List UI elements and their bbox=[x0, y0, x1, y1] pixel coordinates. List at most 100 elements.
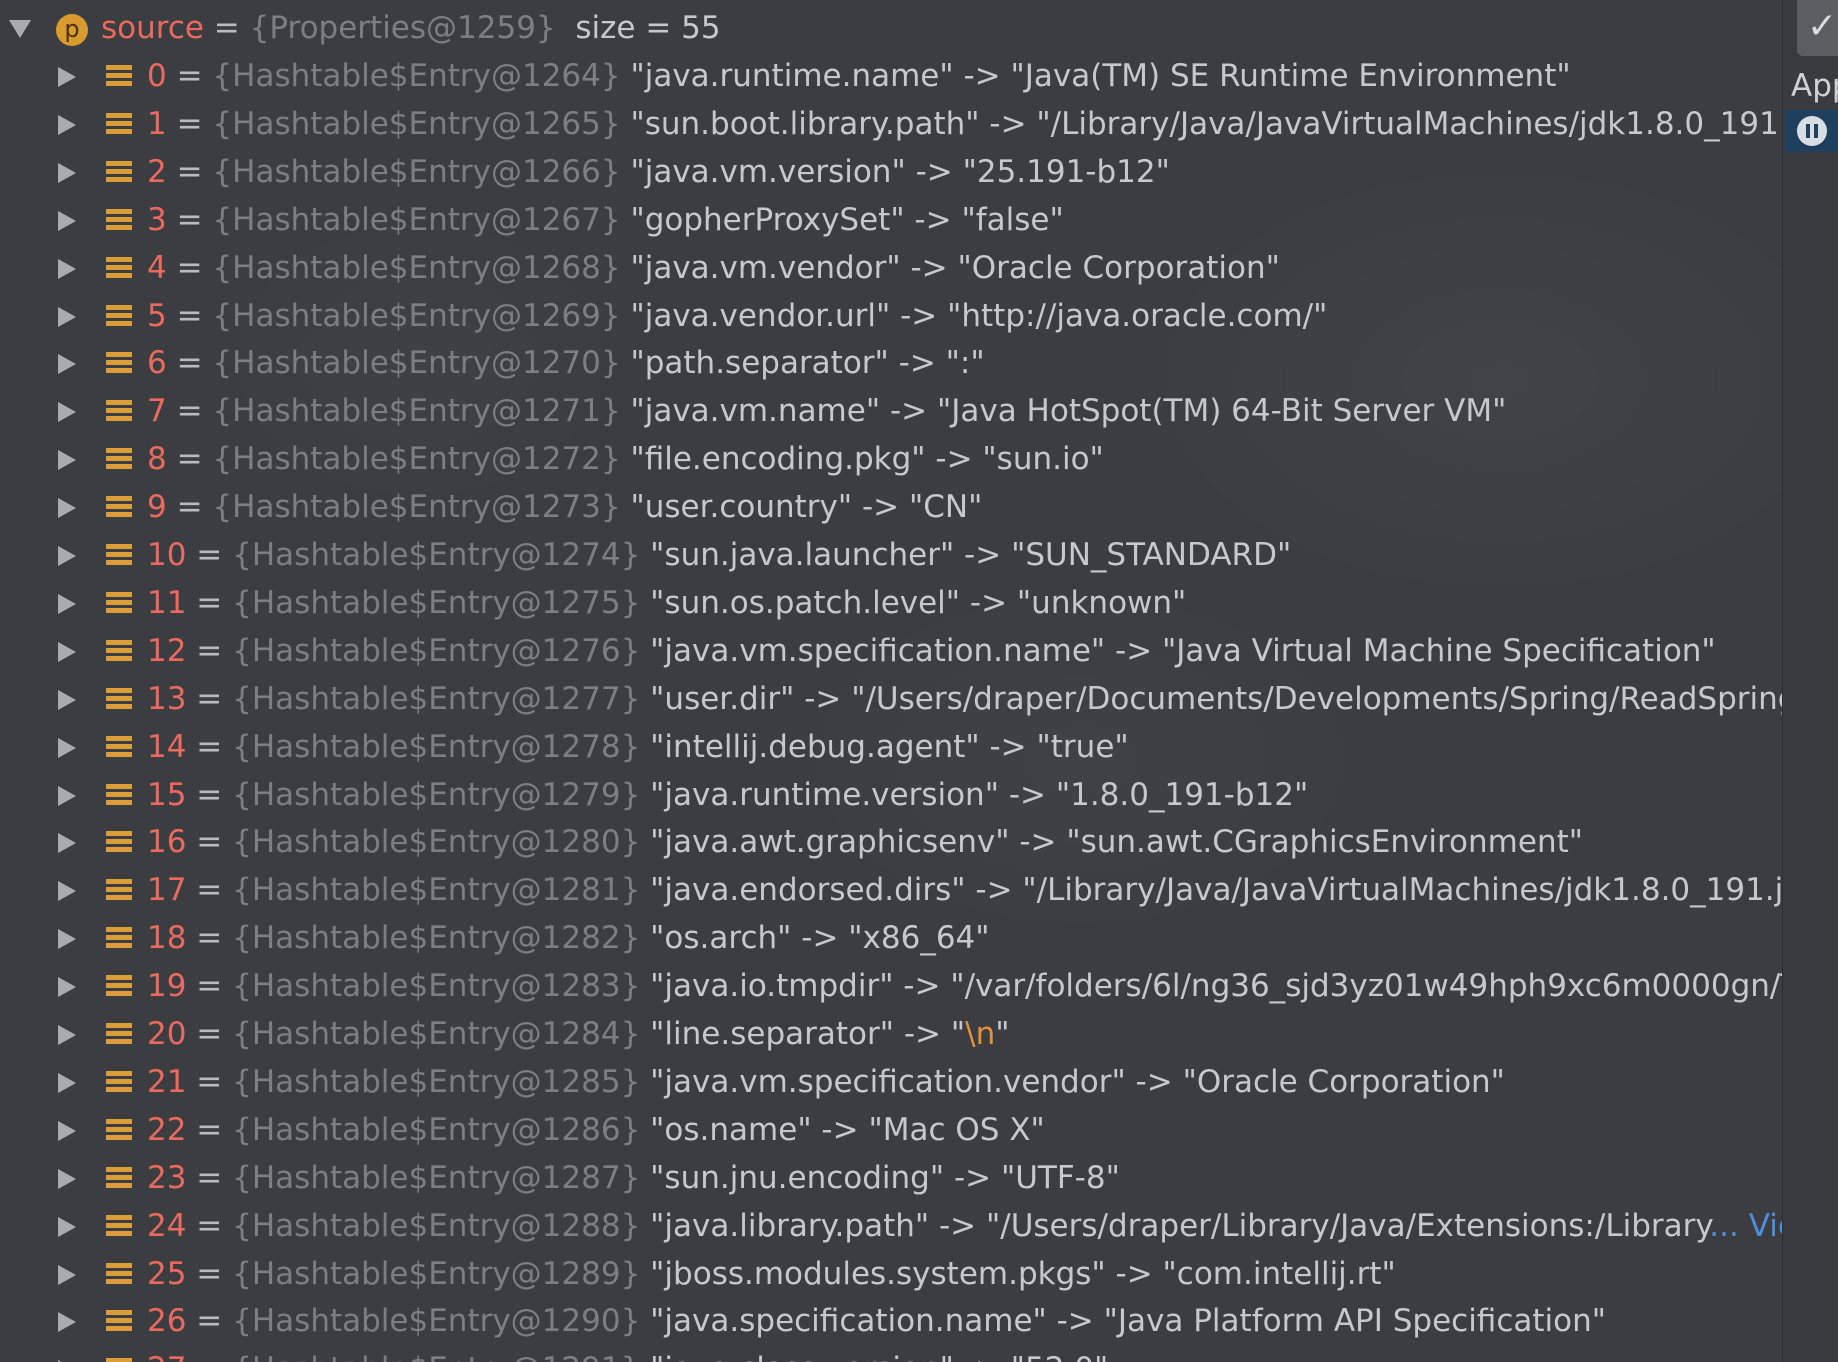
expand-arrow-right-icon[interactable] bbox=[58, 498, 76, 519]
entry-index: 9 bbox=[147, 489, 167, 526]
entry-label: 18 = {Hashtable$Entry@1282} "os.arch" ->… bbox=[147, 920, 990, 957]
expand-arrow-right-icon[interactable] bbox=[58, 641, 76, 662]
field-icon bbox=[106, 208, 132, 231]
entry-index: 6 bbox=[147, 345, 167, 382]
entry-type: {Hashtable$Entry@1267} bbox=[212, 201, 621, 238]
escape-sequence: \n bbox=[965, 1016, 996, 1052]
variable-type: {Properties@1259} bbox=[249, 10, 556, 46]
entry-label: 9 = {Hashtable$Entry@1273} "user.country… bbox=[147, 489, 983, 526]
expand-arrow-right-icon[interactable] bbox=[58, 450, 76, 471]
expand-arrow-right-icon[interactable] bbox=[58, 67, 76, 87]
expand-arrow-right-icon[interactable] bbox=[58, 689, 76, 710]
entry-value: "user.country" -> "CN" bbox=[630, 489, 983, 526]
entry-index: 17 bbox=[147, 872, 187, 909]
field-icon bbox=[106, 256, 132, 279]
field-icon bbox=[106, 65, 132, 87]
entry-type: {Hashtable$Entry@1272} bbox=[212, 441, 621, 478]
expand-arrow-right-icon[interactable] bbox=[58, 546, 76, 566]
entry-label: 12 = {Hashtable$Entry@1276} "java.vm.spe… bbox=[147, 632, 1716, 669]
entry-value: "path.separator" -> ":" bbox=[630, 345, 985, 382]
entry-index: 20 bbox=[147, 1016, 187, 1052]
entry-value: "file.encoding.pkg" -> "sun.io" bbox=[630, 441, 1104, 478]
expand-arrow-right-icon[interactable] bbox=[58, 210, 76, 231]
ellipsis: ... bbox=[1709, 1207, 1739, 1244]
expand-arrow-right-icon[interactable] bbox=[58, 785, 76, 806]
expand-arrow-right-icon[interactable] bbox=[58, 881, 76, 902]
entry-index: 5 bbox=[147, 297, 167, 334]
entry-type: {Hashtable$Entry@1264} bbox=[212, 58, 621, 94]
entry-value: "java.library.path" -> "/Users/draper/Li… bbox=[650, 1207, 1710, 1244]
field-icon bbox=[106, 160, 132, 183]
entry-index: 26 bbox=[147, 1303, 187, 1340]
field-icon bbox=[106, 927, 132, 950]
entry-index: 22 bbox=[147, 1111, 187, 1148]
entry-index: 23 bbox=[147, 1159, 187, 1196]
size-text: size = 55 bbox=[575, 10, 721, 46]
entry-label: 21 = {Hashtable$Entry@1285} "java.vm.spe… bbox=[147, 1063, 1505, 1100]
view-link[interactable]: View bbox=[1749, 1208, 1782, 1244]
entry-label: 16 = {Hashtable$Entry@1280} "java.awt.gr… bbox=[147, 824, 1584, 861]
entry-index: 18 bbox=[147, 920, 187, 957]
apply-button[interactable]: ✓ bbox=[1797, 0, 1838, 56]
entry-type: {Hashtable$Entry@1284} bbox=[232, 1016, 641, 1052]
entry-index: 0 bbox=[147, 58, 167, 94]
field-icon bbox=[106, 831, 132, 854]
field-icon bbox=[106, 352, 132, 375]
expand-arrow-right-icon[interactable] bbox=[58, 306, 76, 327]
entry-type: {Hashtable$Entry@1279} bbox=[232, 776, 641, 813]
entry-index: 27 bbox=[147, 1351, 186, 1362]
variables-tree[interactable]: p source = {Properties@1259} size = 55 0… bbox=[0, 0, 1782, 1362]
expand-arrow-right-icon[interactable] bbox=[58, 977, 76, 998]
field-icon bbox=[106, 1310, 132, 1333]
expand-arrow-right-icon[interactable] bbox=[58, 1312, 76, 1333]
expand-arrow-right-icon[interactable] bbox=[58, 1264, 76, 1285]
expand-arrow-right-icon[interactable] bbox=[58, 1216, 76, 1237]
entry-type: {Hashtable$Entry@1266} bbox=[212, 153, 621, 190]
field-icon bbox=[106, 448, 132, 471]
field-icon bbox=[106, 112, 132, 135]
entry-label: 0 = {Hashtable$Entry@1264} "java.runtime… bbox=[147, 58, 1571, 94]
entry-label: 7 = {Hashtable$Entry@1271} "java.vm.name… bbox=[147, 393, 1507, 430]
field-icon bbox=[106, 496, 132, 519]
entry-type: {Hashtable$Entry@1277} bbox=[232, 680, 641, 717]
entry-type: {Hashtable$Entry@1291} bbox=[232, 1351, 640, 1362]
entry-value: "java.vendor.url" -> "http://java.oracle… bbox=[630, 297, 1328, 334]
entry-label: 22 = {Hashtable$Entry@1286} "os.name" ->… bbox=[147, 1111, 1045, 1148]
field-icon bbox=[106, 687, 132, 710]
entry-label: 15 = {Hashtable$Entry@1279} "java.runtim… bbox=[147, 776, 1309, 813]
entry-type: {Hashtable$Entry@1283} bbox=[232, 968, 641, 1005]
entry-value: "sun.os.patch.level" -> "unknown" bbox=[650, 584, 1187, 621]
expand-arrow-right-icon[interactable] bbox=[58, 593, 76, 614]
entry-index: 4 bbox=[147, 249, 167, 286]
expand-arrow-right-icon[interactable] bbox=[58, 833, 76, 854]
expand-arrow-right-icon[interactable] bbox=[58, 354, 76, 375]
entry-label: 8 = {Hashtable$Entry@1272} "file.encodin… bbox=[147, 441, 1104, 478]
expand-arrow-right-icon[interactable] bbox=[58, 258, 76, 279]
pause-button[interactable] bbox=[1785, 110, 1838, 152]
entry-label: 24 = {Hashtable$Entry@1288} "java.librar… bbox=[147, 1202, 1782, 1250]
expand-arrow-right-icon[interactable] bbox=[58, 162, 76, 183]
entry-type: {Hashtable$Entry@1271} bbox=[212, 393, 621, 430]
expand-arrow-right-icon[interactable] bbox=[58, 1025, 76, 1045]
entry-value: "os.arch" -> "x86_64" bbox=[650, 920, 990, 957]
expand-arrow-right-icon[interactable] bbox=[58, 1072, 76, 1093]
entry-type: {Hashtable$Entry@1278} bbox=[232, 728, 641, 765]
entry-type: {Hashtable$Entry@1275} bbox=[232, 584, 641, 621]
expand-arrow-right-icon[interactable] bbox=[58, 737, 76, 758]
expand-arrow-right-icon[interactable] bbox=[58, 114, 76, 135]
entry-label: 26 = {Hashtable$Entry@1290} "java.specif… bbox=[147, 1303, 1607, 1340]
entry-value: "java.io.tmpdir" -> "/var/folders/6l/ng3… bbox=[650, 968, 1782, 1005]
expand-arrow-right-icon[interactable] bbox=[58, 929, 76, 950]
expand-arrow-down-icon[interactable] bbox=[9, 20, 31, 38]
entry-value: "jboss.modules.system.pkgs" -> "com.inte… bbox=[650, 1255, 1396, 1292]
field-icon bbox=[106, 1214, 132, 1237]
expand-arrow-right-icon[interactable] bbox=[58, 1168, 76, 1189]
entry-index: 12 bbox=[147, 632, 187, 669]
entry-index: 7 bbox=[147, 393, 167, 430]
entry-value: "java.runtime.name" -> "Java(TM) SE Runt… bbox=[630, 58, 1571, 94]
entry-index: 15 bbox=[147, 776, 187, 813]
expand-arrow-right-icon[interactable] bbox=[58, 1120, 76, 1141]
entry-label: 1 = {Hashtable$Entry@1265} "sun.boot.lib… bbox=[147, 100, 1782, 148]
entry-index: 11 bbox=[147, 584, 187, 621]
expand-arrow-right-icon[interactable] bbox=[58, 402, 76, 423]
